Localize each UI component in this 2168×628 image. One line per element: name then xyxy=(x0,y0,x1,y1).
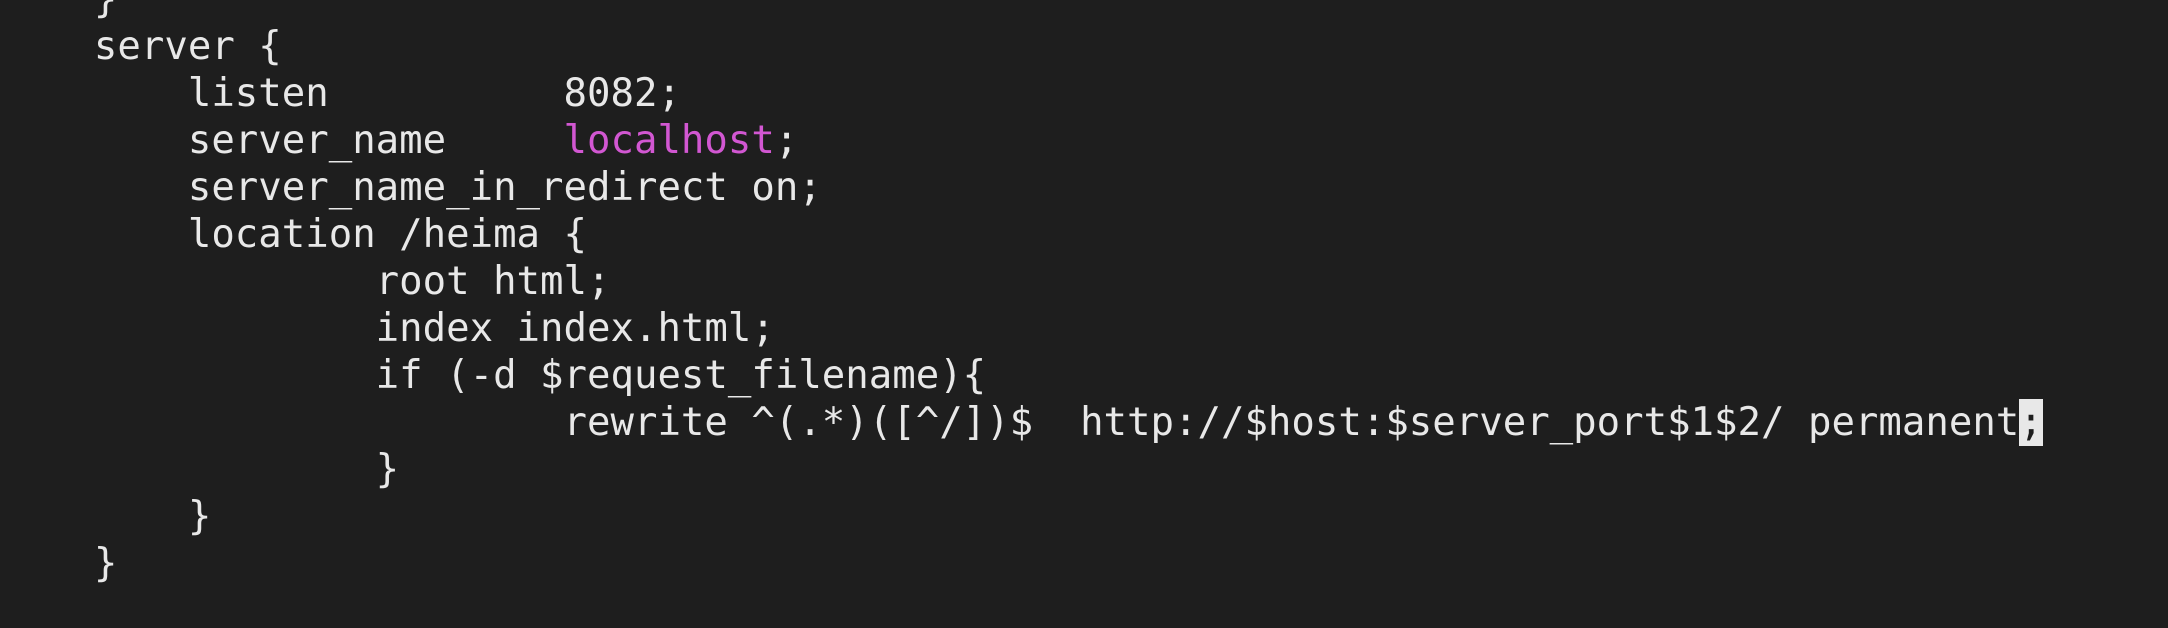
code-line: index index.html; xyxy=(0,305,2043,352)
code-line: root html; xyxy=(0,258,2043,305)
code-line: rewrite ^(.*)([^/])$ http://$host:$serve… xyxy=(0,399,2043,446)
code-text: } xyxy=(0,494,212,539)
code-content[interactable]: } server { listen 8082; server_name loca… xyxy=(0,0,2043,587)
code-text: } xyxy=(0,541,118,586)
code-line: server { xyxy=(0,23,2043,70)
code-text: listen 8082; xyxy=(0,71,681,116)
code-text: server { xyxy=(0,24,282,69)
code-text: } xyxy=(0,0,118,22)
code-text: rewrite ^(.*)([^/])$ http://$host:$serve… xyxy=(0,400,2020,445)
code-line: } xyxy=(0,540,2043,587)
code-text: ; xyxy=(774,118,799,163)
code-line: } xyxy=(0,446,2043,493)
code-line: listen 8082; xyxy=(0,70,2043,117)
highlighted-keyword: localhost xyxy=(563,118,775,163)
code-line: if (-d $request_filename){ xyxy=(0,352,2043,399)
code-text: server_name xyxy=(0,118,564,163)
text-cursor[interactable]: ; xyxy=(2019,399,2043,446)
code-text: index index.html; xyxy=(0,306,775,351)
code-line: } xyxy=(0,0,2043,23)
code-text: server_name_in_redirect on; xyxy=(0,165,822,210)
code-line: } xyxy=(0,493,2043,540)
code-line: server_name localhost; xyxy=(0,117,2043,164)
code-text: root html; xyxy=(0,259,611,304)
code-line: server_name_in_redirect on; xyxy=(0,164,2043,211)
code-line: location /heima { xyxy=(0,211,2043,258)
code-text: if (-d $request_filename){ xyxy=(0,353,987,398)
code-text: location /heima { xyxy=(0,212,587,257)
terminal-editor[interactable]: } server { listen 8082; server_name loca… xyxy=(0,0,2168,628)
code-text: } xyxy=(0,447,400,492)
